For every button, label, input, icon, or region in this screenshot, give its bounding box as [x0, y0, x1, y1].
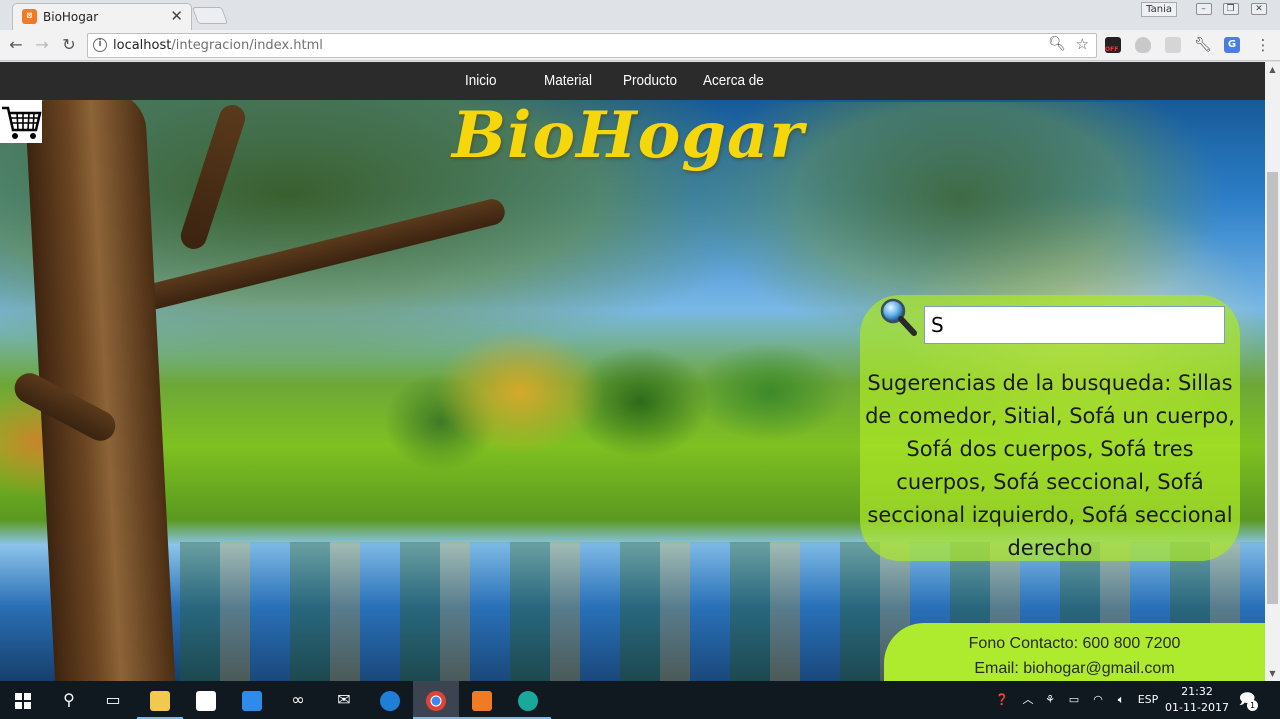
windows-taskbar: ⚲ ▭ ∞ ✉ ❓ ︿ ⚘ ▭ ◠ 🔈︎ ESP 21:32 01-11-201… — [0, 681, 1280, 719]
extension-shield-icon[interactable] — [1135, 37, 1151, 53]
search-taskbar-icon[interactable]: ⚲ — [46, 681, 92, 719]
shopping-cart-icon[interactable] — [0, 100, 42, 143]
close-tab-icon[interactable]: ✕ — [170, 7, 183, 25]
app-icon[interactable] — [505, 681, 551, 719]
windows-logo-icon — [15, 692, 31, 709]
scrollbar-thumb[interactable] — [1267, 172, 1278, 604]
clock-date: 01-11-2017 — [1165, 701, 1229, 714]
reload-icon[interactable]: ↻ — [58, 34, 80, 56]
forward-arrow-icon[interactable]: → — [31, 34, 53, 56]
search-suggestions: Sugerencias de la busqueda: Sillas de co… — [865, 371, 1235, 560]
browser-menu-icon[interactable]: ⋮ — [1255, 34, 1271, 56]
edge-icon[interactable] — [367, 681, 413, 719]
minimize-button[interactable]: – — [1190, 0, 1217, 17]
store-icon[interactable] — [183, 681, 229, 719]
close-window-button[interactable]: ✕ — [1244, 0, 1274, 17]
mail-icon[interactable]: ✉ — [321, 681, 367, 719]
extension-off-icon[interactable] — [1105, 37, 1121, 53]
translate-icon[interactable]: G — [1224, 37, 1240, 53]
notification-count: 1 — [1247, 700, 1258, 711]
tab-title: BioHogar — [43, 10, 99, 24]
wrench-icon[interactable]: 🔧︎ — [1194, 37, 1212, 53]
volume-icon[interactable]: 🔈︎ — [1110, 681, 1132, 719]
page-viewport: Inicio Material Producto Acerca de BioHo… — [0, 62, 1265, 681]
browser-tab[interactable]: ⊠ BioHogar ✕ — [12, 3, 192, 30]
xampp-icon: ⊠ — [22, 9, 37, 24]
url-path: /integracion/index.html — [171, 38, 323, 53]
page-scrollbar[interactable]: ▲ ▼ — [1265, 62, 1280, 681]
help-icon[interactable]: ❓ — [990, 681, 1014, 719]
xampp-taskbar-icon[interactable] — [459, 681, 505, 719]
language-indicator[interactable]: ESP — [1136, 681, 1160, 719]
maximize-button[interactable]: ❐ — [1217, 0, 1244, 17]
search-input[interactable] — [924, 306, 1225, 344]
profile-badge[interactable]: Tania — [1141, 2, 1177, 17]
url-text[interactable]: localhost/integracion/index.html — [113, 38, 323, 53]
scroll-up-arrow-icon[interactable]: ▲ — [1265, 62, 1280, 77]
bookmark-star-icon[interactable]: ☆ — [1076, 35, 1089, 53]
site-title: BioHogar — [452, 98, 805, 173]
arduino-icon[interactable]: ∞ — [275, 681, 321, 719]
nav-producto[interactable]: Producto — [623, 72, 677, 89]
nav-acerca-de[interactable]: Acerca de — [703, 72, 764, 89]
battery-icon[interactable]: ▭ — [1064, 681, 1084, 719]
nav-material[interactable]: Material — [544, 72, 592, 89]
scroll-down-arrow-icon[interactable]: ▼ — [1265, 666, 1280, 681]
site-navbar: Inicio Material Producto Acerca de — [0, 62, 1265, 100]
browser-toolbar: ← → ↻ i localhost/integracion/index.html… — [0, 30, 1280, 61]
taskbar-clock[interactable]: 21:32 01-11-2017 — [1164, 684, 1230, 716]
new-tab-button[interactable] — [191, 7, 229, 24]
start-button[interactable] — [0, 681, 46, 719]
url-host: localhost — [113, 38, 172, 53]
zoom-icon[interactable]: 🔍︎ — [1048, 36, 1066, 52]
address-bar[interactable]: i localhost/integracion/index.html 🔍︎ ☆ — [87, 33, 1097, 58]
chrome-icon[interactable] — [413, 681, 459, 719]
contact-phone: Fono Contacto: 600 800 7200 — [968, 635, 1181, 652]
browser-titlebar: ⊠ BioHogar ✕ Tania – ❐ ✕ — [0, 0, 1280, 30]
contact-box: Fono Contacto: 600 800 7200 Email: bioho… — [884, 623, 1265, 681]
back-arrow-icon[interactable]: ← — [5, 34, 27, 56]
notification-center-icon[interactable]: 🗩︎ 1 — [1236, 689, 1258, 711]
file-explorer-icon[interactable] — [137, 681, 183, 719]
tray-chevron-icon[interactable]: ︿ — [1018, 681, 1038, 719]
dropbox-icon[interactable] — [229, 681, 275, 719]
task-view-icon[interactable]: ▭ — [90, 681, 136, 719]
network-icon[interactable]: ⚘ — [1040, 681, 1060, 719]
contact-email: Email: biohogar@gmail.com — [974, 660, 1175, 677]
wifi-icon[interactable]: ◠ — [1088, 681, 1108, 719]
extension-pdf-icon[interactable] — [1165, 37, 1181, 53]
clock-time: 21:32 — [1181, 685, 1213, 698]
magnifier-icon[interactable] — [878, 297, 918, 337]
info-icon[interactable]: i — [93, 38, 107, 52]
nav-inicio[interactable]: Inicio — [465, 72, 497, 89]
